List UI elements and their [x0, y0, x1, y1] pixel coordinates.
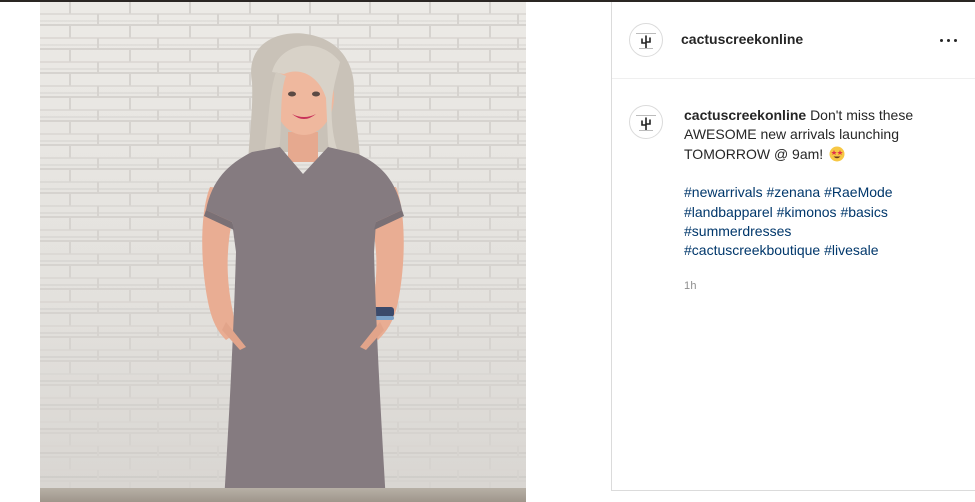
hashtag-link[interactable]: #zenana [766, 184, 820, 200]
caption-username[interactable]: cactuscreekonline [684, 107, 806, 123]
caption-text-line1: Don't miss these [810, 107, 914, 123]
more-options-button[interactable] [938, 32, 962, 48]
hashtag-link[interactable]: #RaeMode [824, 184, 893, 200]
post-username[interactable]: cactuscreekonline [681, 31, 803, 47]
wood-floor [40, 488, 526, 502]
hashtag-link[interactable]: #summerdresses [684, 223, 791, 239]
model-figure [202, 33, 404, 502]
caption-avatar[interactable] [629, 105, 663, 139]
hashtag-link[interactable]: #landbapparel [684, 204, 773, 220]
backdrop-gap [526, 2, 611, 502]
cactus-logo-icon [636, 33, 656, 49]
hashtag-list: #newarrivals #zenana #RaeMode #landbappa… [684, 183, 946, 261]
post-caption: cactuscreekonline Don't miss these AWESO… [684, 106, 946, 261]
post-header: cactuscreekonline [612, 2, 975, 79]
hashtag-link[interactable]: #cactuscreekboutique [684, 242, 820, 258]
caption-text-line2: AWESOME new arrivals launching [684, 126, 900, 143]
hashtag-link[interactable]: #basics [840, 204, 887, 220]
caption-text-line3: TOMORROW @ 9am! [684, 145, 824, 162]
profile-avatar[interactable] [629, 23, 663, 57]
cactus-logo-icon [636, 115, 656, 131]
hashtag-link[interactable]: #kimonos [777, 204, 837, 220]
post-image[interactable] [40, 2, 526, 502]
post-timestamp[interactable]: 1h [684, 280, 697, 292]
left-gutter [0, 2, 40, 502]
hashtag-link[interactable]: #newarrivals [684, 184, 763, 200]
star-struck-emoji-icon [829, 146, 845, 162]
hashtag-link[interactable]: #livesale [824, 242, 878, 258]
post-details-panel: cactuscreekonline cactuscreekonline Don'… [611, 2, 975, 491]
